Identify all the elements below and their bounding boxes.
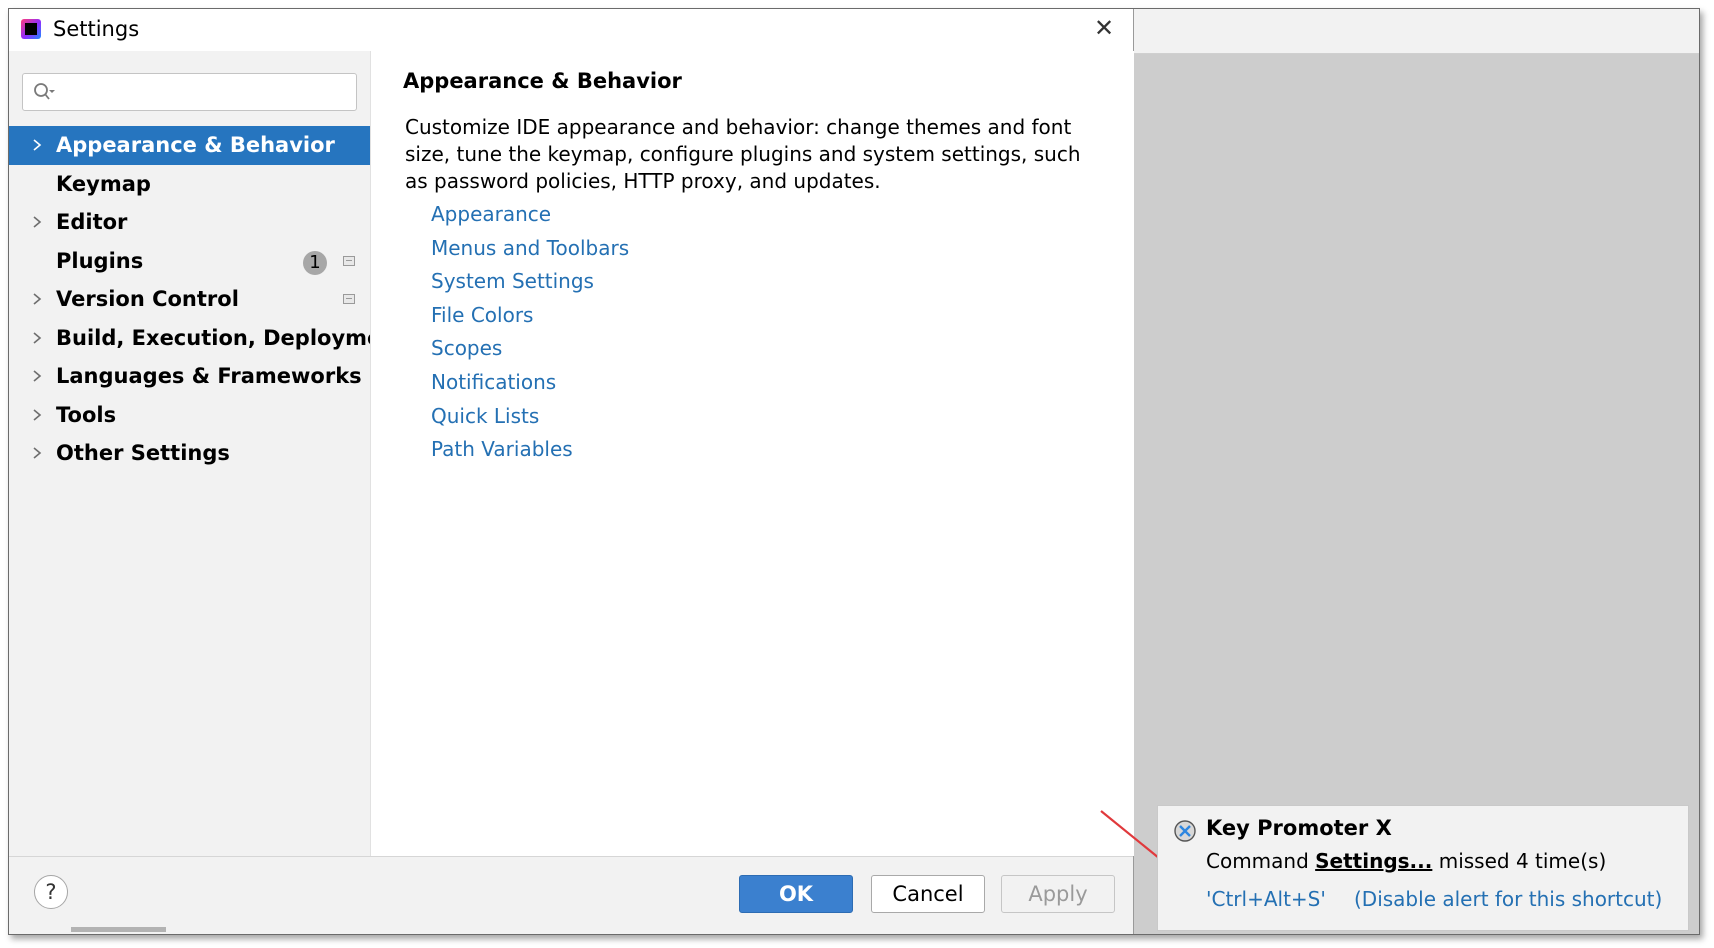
nav-item-editor[interactable]: Editor [9, 203, 370, 242]
chevron-right-icon [33, 370, 42, 382]
link-scopes[interactable]: Scopes [431, 332, 629, 366]
settings-tree: Appearance & Behavior Keymap Editor Plug… [9, 126, 406, 473]
nav-item-appearance-behavior[interactable]: Appearance & Behavior [9, 126, 370, 165]
key-promoter-icon [1174, 820, 1196, 842]
apply-button[interactable]: Apply [1001, 875, 1115, 913]
settings-sidebar: Appearance & Behavior Keymap Editor Plug… [9, 51, 406, 856]
nav-item-tools[interactable]: Tools [9, 396, 370, 435]
settings-search-field[interactable] [22, 73, 357, 111]
notification-title: Key Promoter X [1206, 816, 1392, 840]
close-button[interactable]: ✕ [1089, 13, 1119, 43]
cancel-button[interactable]: Cancel [871, 875, 985, 913]
nav-item-other-settings[interactable]: Other Settings [9, 434, 370, 473]
content-description: Customize IDE appearance and behavior: c… [405, 115, 1081, 193]
content-title: Appearance & Behavior [403, 69, 682, 93]
nav-item-label: Languages & Frameworks [56, 364, 362, 388]
command-name: Settings... [1315, 849, 1433, 873]
chevron-right-icon [33, 139, 42, 151]
nav-item-label: Plugins [56, 248, 144, 273]
message-prefix: Command [1206, 849, 1309, 873]
link-file-colors[interactable]: File Colors [431, 299, 629, 333]
dialog-titlebar: Settings ✕ [9, 9, 1133, 51]
nav-item-version-control[interactable]: Version Control [9, 280, 370, 319]
ok-button[interactable]: OK [739, 875, 853, 913]
chevron-right-icon [33, 447, 42, 459]
key-promoter-notification: Key Promoter X Command Settings... misse… [1157, 805, 1689, 931]
nav-item-label: Other Settings [56, 441, 230, 465]
chevron-right-icon [33, 293, 42, 305]
search-input[interactable] [63, 76, 352, 108]
plugins-update-badge: 1 [303, 250, 327, 275]
nav-item-languages-frameworks[interactable]: Languages & Frameworks [9, 357, 370, 396]
link-quick-lists[interactable]: Quick Lists [431, 400, 629, 434]
chevron-right-icon [33, 331, 42, 344]
help-button[interactable]: ? [34, 875, 68, 909]
settings-dialog: Settings ✕ Appearance & Behavior Keymap [9, 9, 1134, 934]
nav-item-keymap[interactable]: Keymap [9, 165, 370, 204]
chevron-right-icon [33, 216, 42, 228]
nav-item-build-execution-deployment[interactable]: Build, Execution, Deployment [9, 319, 406, 358]
dialog-title: Settings [53, 17, 140, 41]
nav-item-label: Version Control [56, 287, 239, 311]
nav-item-label: Appearance & Behavior [56, 133, 335, 157]
link-appearance[interactable]: Appearance [431, 198, 629, 232]
dialog-footer: ? OK Cancel Apply [9, 856, 1133, 934]
link-notifications[interactable]: Notifications [431, 366, 629, 400]
link-menus-and-toolbars[interactable]: Menus and Toolbars [431, 232, 629, 266]
nav-item-plugins[interactable]: Plugins 1 [9, 242, 370, 281]
scrollbar-thumb[interactable] [71, 927, 166, 932]
search-icon [34, 83, 55, 100]
shortcut-link[interactable]: 'Ctrl+Alt+S' [1206, 887, 1326, 911]
notification-message: Command Settings... missed 4 time(s) [1206, 849, 1606, 873]
settings-content-panel: Appearance & Behavior Customize IDE appe… [370, 51, 1134, 856]
screenshot-frame: ation 文A Settings ✕ [8, 8, 1700, 935]
intellij-logo-icon [21, 19, 41, 39]
link-path-variables[interactable]: Path Variables [431, 433, 629, 467]
chevron-right-icon [33, 408, 42, 421]
project-level-icon [343, 255, 355, 266]
disable-alert-link[interactable]: (Disable alert for this shortcut) [1354, 887, 1662, 911]
nav-item-label: Keymap [56, 171, 151, 196]
project-level-icon [343, 294, 355, 304]
link-system-settings[interactable]: System Settings [431, 265, 629, 299]
nav-item-label: Tools [56, 402, 117, 427]
nav-item-label: Build, Execution, Deployment [56, 325, 407, 350]
subpage-links: Appearance Menus and Toolbars System Set… [431, 198, 629, 467]
message-suffix: missed 4 time(s) [1438, 849, 1607, 873]
nav-item-label: Editor [56, 210, 128, 234]
